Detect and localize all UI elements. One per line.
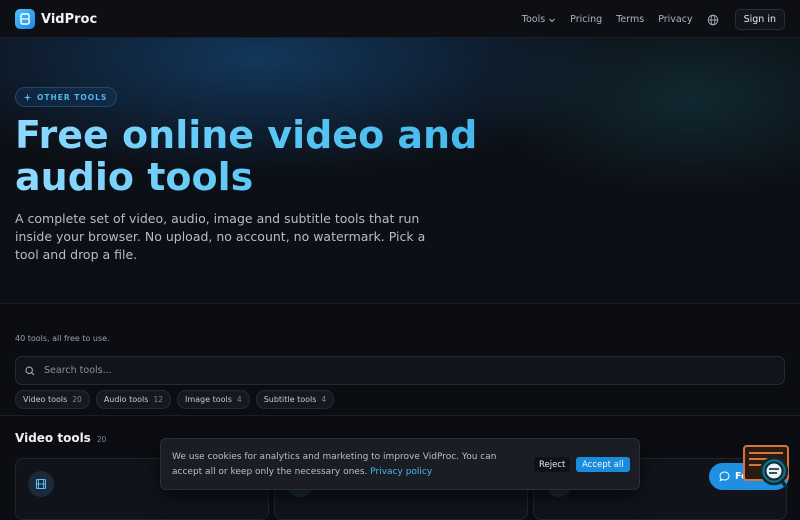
language-button[interactable] <box>707 14 719 26</box>
filter-image-tools[interactable]: Image tools 4 <box>176 390 250 409</box>
chip-count: 4 <box>236 395 242 404</box>
search-input[interactable] <box>42 364 784 377</box>
nav-terms-label: Terms <box>616 14 645 25</box>
film-icon <box>28 471 54 497</box>
page-title: Free online video and audio tools <box>15 114 535 198</box>
reject-button[interactable]: Reject <box>534 457 571 472</box>
nav-terms[interactable]: Terms <box>616 14 644 25</box>
section-divider <box>0 303 800 304</box>
chip-label: Audio tools <box>103 395 149 404</box>
chip-count: 12 <box>153 395 163 404</box>
hero-description: A complete set of video, audio, image an… <box>15 211 426 262</box>
chip-count: 4 <box>321 395 327 404</box>
filter-subtitle-tools[interactable]: Subtitle tools 4 <box>255 390 335 409</box>
nav-pricing-label: Pricing <box>570 14 603 25</box>
filter-audio-tools[interactable]: Audio tools 12 <box>95 390 171 409</box>
tool-count-text: 40 tools, all free to use. <box>15 334 110 343</box>
main-nav: Tools Pricing Terms Privacy Sign in <box>522 9 785 30</box>
nav-tools-label: Tools <box>521 14 546 25</box>
section-count: 20 <box>96 435 107 444</box>
section-heading: Video tools 20 <box>15 431 106 445</box>
logo-icon <box>15 9 35 29</box>
reader-widget-icon[interactable] <box>743 445 789 490</box>
accept-all-button[interactable]: Accept all <box>576 457 630 472</box>
top-bar: VidProc Tools Pricing Terms Privacy Sign… <box>0 0 800 38</box>
filter-video-tools[interactable]: Video tools 20 <box>15 390 90 409</box>
brand-logo[interactable]: VidProc <box>15 9 97 29</box>
badge-label: OTHER TOOLS <box>37 92 108 102</box>
chip-label: Image tools <box>184 395 232 404</box>
chip-label: Video tools <box>23 395 68 404</box>
chevron-down-icon <box>549 18 556 22</box>
section-name: Video tools <box>15 431 91 445</box>
section-divider <box>0 415 800 416</box>
nav-privacy[interactable]: Privacy <box>658 14 692 25</box>
nav-tools[interactable]: Tools <box>522 14 556 25</box>
cookie-banner: We use cookies for analytics and marketi… <box>160 438 640 490</box>
category-badge: OTHER TOOLS <box>15 87 118 107</box>
category-filters: Video tools 20 Audio tools 12 Image tool… <box>15 390 335 409</box>
chip-count: 20 <box>72 395 82 404</box>
sign-in-button[interactable]: Sign in <box>734 9 785 30</box>
nav-pricing[interactable]: Pricing <box>570 14 602 25</box>
chat-bubble-icon <box>719 471 730 482</box>
brand-name: VidProc <box>41 11 98 27</box>
privacy-policy-link[interactable]: Privacy policy <box>370 467 432 477</box>
cookie-text: We use cookies for analytics and marketi… <box>172 452 497 477</box>
chip-label: Subtitle tools <box>263 395 317 404</box>
search-box <box>15 356 785 385</box>
sparkle-icon <box>23 93 32 101</box>
search-icon <box>25 365 35 376</box>
globe-icon <box>707 14 718 25</box>
nav-privacy-label: Privacy <box>658 14 693 25</box>
cookie-message: We use cookies for analytics and marketi… <box>172 450 527 480</box>
